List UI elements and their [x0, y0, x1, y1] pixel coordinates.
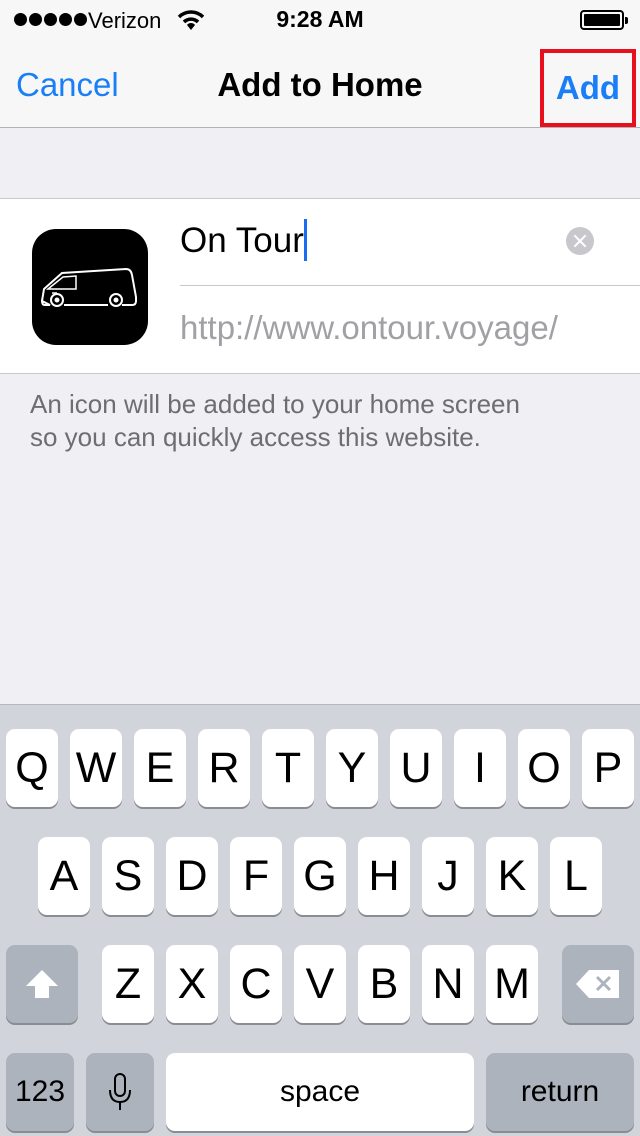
clear-icon[interactable] — [566, 227, 594, 255]
key-r[interactable]: R — [198, 729, 250, 807]
key-k[interactable]: K — [486, 837, 538, 915]
navigation-bar: Cancel Add to Home Add — [0, 40, 640, 128]
key-b[interactable]: B — [358, 945, 410, 1023]
key-s[interactable]: S — [102, 837, 154, 915]
space-key[interactable]: space — [166, 1053, 474, 1131]
key-e[interactable]: E — [134, 729, 186, 807]
status-bar: Verizon 9:28 AM — [0, 0, 640, 40]
key-u[interactable]: U — [390, 729, 442, 807]
microphone-icon[interactable] — [86, 1053, 154, 1131]
key-n[interactable]: N — [422, 945, 474, 1023]
bookmark-form-card: On Tour http://www.ontour.voyage/ — [0, 198, 640, 374]
key-t[interactable]: T — [262, 729, 314, 807]
key-m[interactable]: M — [486, 945, 538, 1023]
key-z[interactable]: Z — [102, 945, 154, 1023]
url-label: http://www.ontour.voyage/ — [180, 309, 558, 346]
keyboard: Q W E R T Y U I O P A S D F G H J K L Z … — [0, 704, 640, 1136]
info-note-line: An icon will be added to your home scree… — [30, 389, 520, 419]
info-note: An icon will be added to your home scree… — [30, 388, 620, 454]
key-y[interactable]: Y — [326, 729, 378, 807]
key-l[interactable]: L — [550, 837, 602, 915]
shift-icon[interactable] — [6, 945, 78, 1023]
key-c[interactable]: C — [230, 945, 282, 1023]
status-time: 9:28 AM — [276, 6, 364, 32]
key-j[interactable]: J — [422, 837, 474, 915]
key-q[interactable]: Q — [6, 729, 58, 807]
key-g[interactable]: G — [294, 837, 346, 915]
name-value: On Tour — [180, 221, 304, 260]
key-d[interactable]: D — [166, 837, 218, 915]
key-x[interactable]: X — [166, 945, 218, 1023]
battery-icon — [580, 10, 628, 30]
van-icon — [32, 229, 148, 345]
delete-icon[interactable] — [562, 945, 634, 1023]
key-w[interactable]: W — [70, 729, 122, 807]
key-f[interactable]: F — [230, 837, 282, 915]
name-input[interactable]: On Tour — [180, 218, 307, 261]
key-o[interactable]: O — [518, 729, 570, 807]
key-v[interactable]: V — [294, 945, 346, 1023]
text-cursor — [303, 218, 307, 261]
key-h[interactable]: H — [358, 837, 410, 915]
info-note-line: so you can quickly access this website. — [30, 422, 481, 452]
add-button-label: Add — [555, 69, 621, 106]
numbers-key[interactable]: 123 — [6, 1053, 74, 1131]
key-p[interactable]: P — [582, 729, 634, 807]
key-i[interactable]: I — [454, 729, 506, 807]
name-field[interactable]: On Tour — [180, 199, 640, 286]
key-a[interactable]: A — [38, 837, 90, 915]
cancel-button[interactable]: Cancel — [16, 66, 119, 104]
return-key[interactable]: return — [486, 1053, 634, 1131]
add-button[interactable]: Add — [540, 49, 636, 127]
